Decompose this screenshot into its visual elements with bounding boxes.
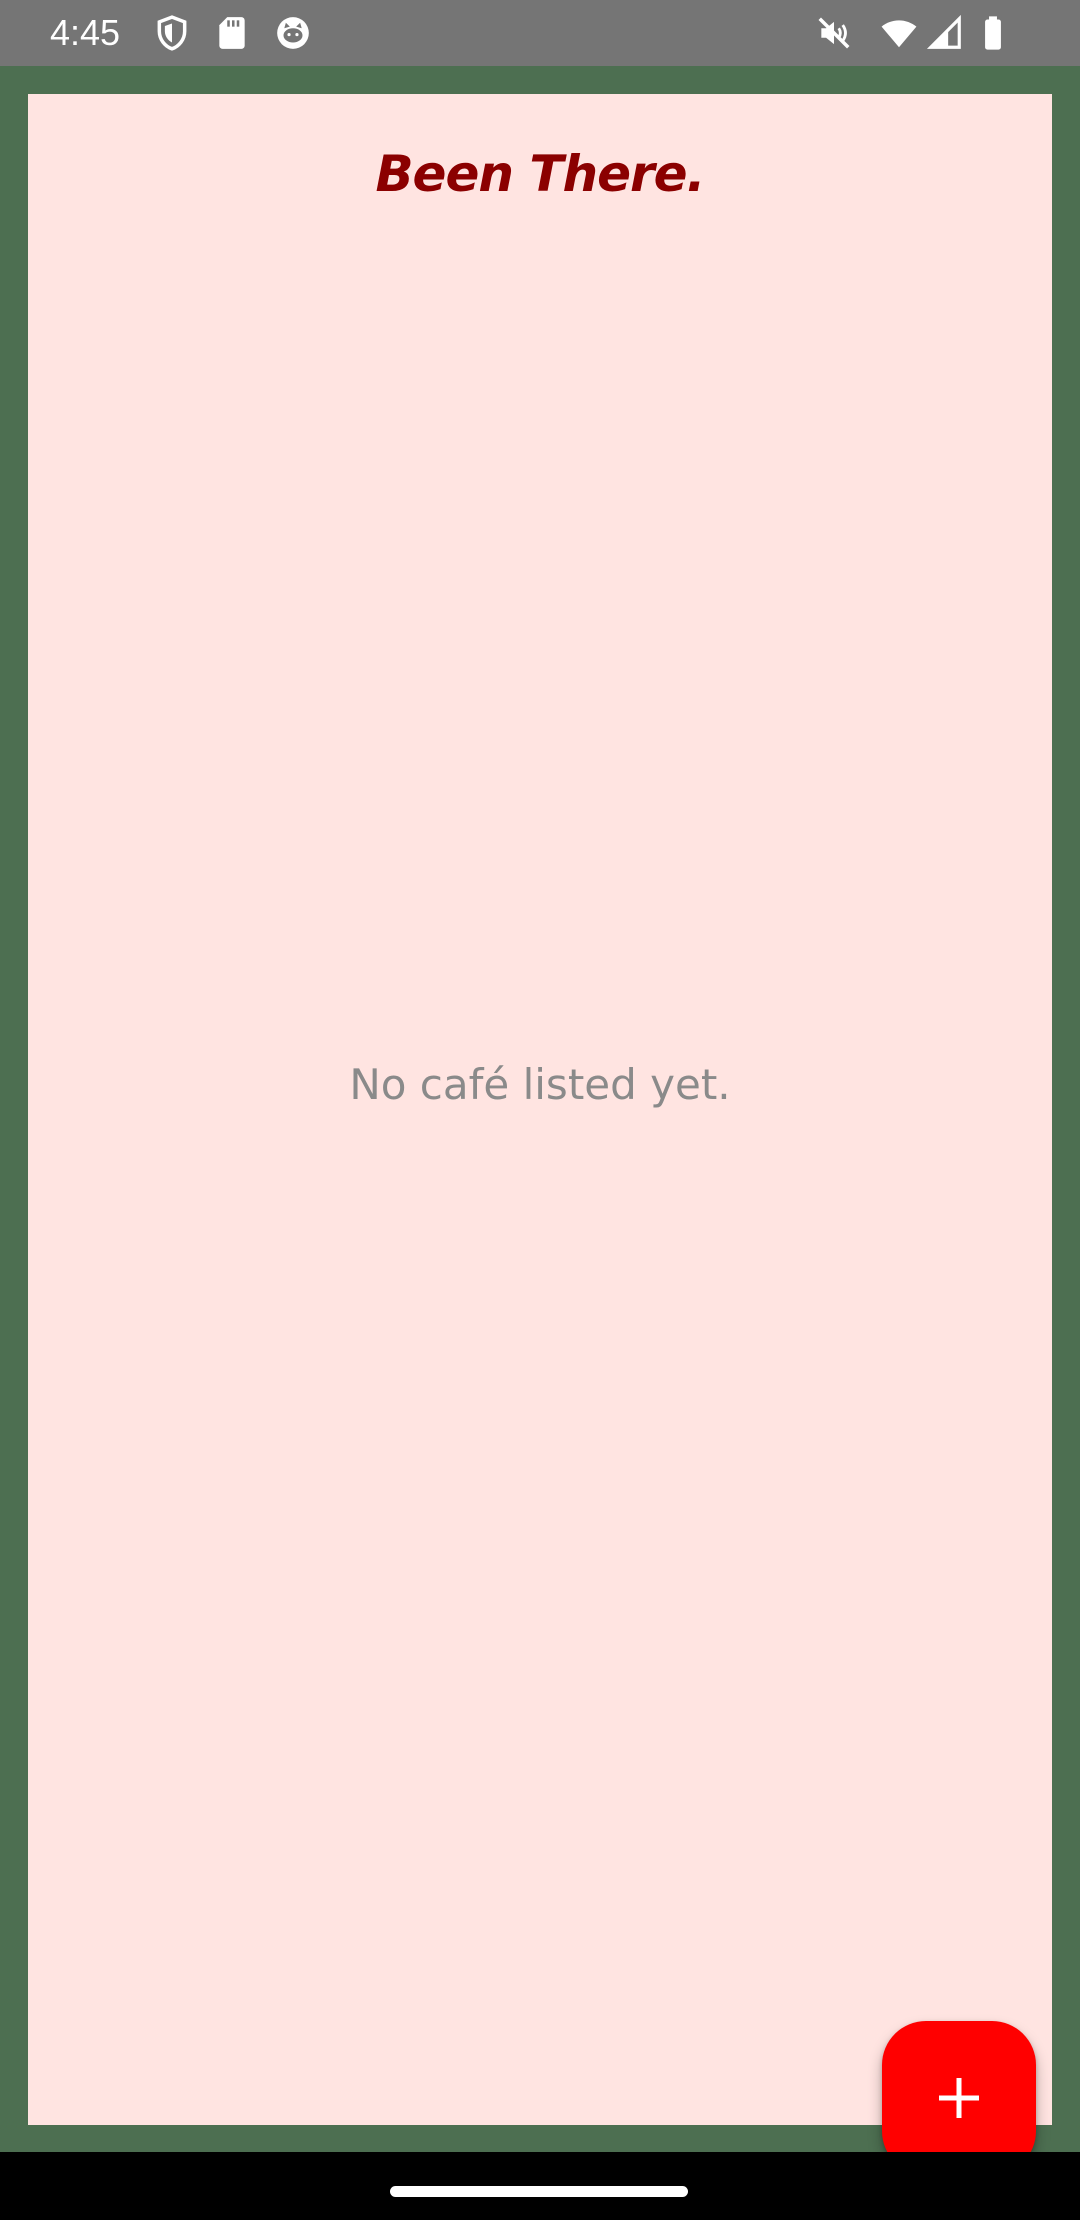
app-frame: Been There. No café listed yet.: [0, 66, 1080, 2175]
cat-face-icon: [274, 14, 312, 52]
plus-icon: [937, 2076, 981, 2120]
shield-icon: [153, 14, 191, 52]
app-title: Been There.: [375, 145, 705, 203]
status-time: 4:45: [50, 12, 121, 53]
navigation-bar: [0, 2152, 1080, 2220]
cafe-list-area: Been There. No café listed yet.: [28, 94, 1052, 2125]
empty-state-message: No café listed yet.: [349, 1060, 731, 1109]
sd-card-icon: [213, 14, 251, 52]
home-gesture-handle[interactable]: [390, 2186, 688, 2197]
cellular-signal-icon: [926, 14, 964, 52]
muted-vibrate-icon: [815, 14, 853, 52]
status-bar: 4:45: [0, 0, 1080, 66]
battery-icon: [974, 14, 1012, 52]
wifi-icon: [880, 14, 918, 52]
